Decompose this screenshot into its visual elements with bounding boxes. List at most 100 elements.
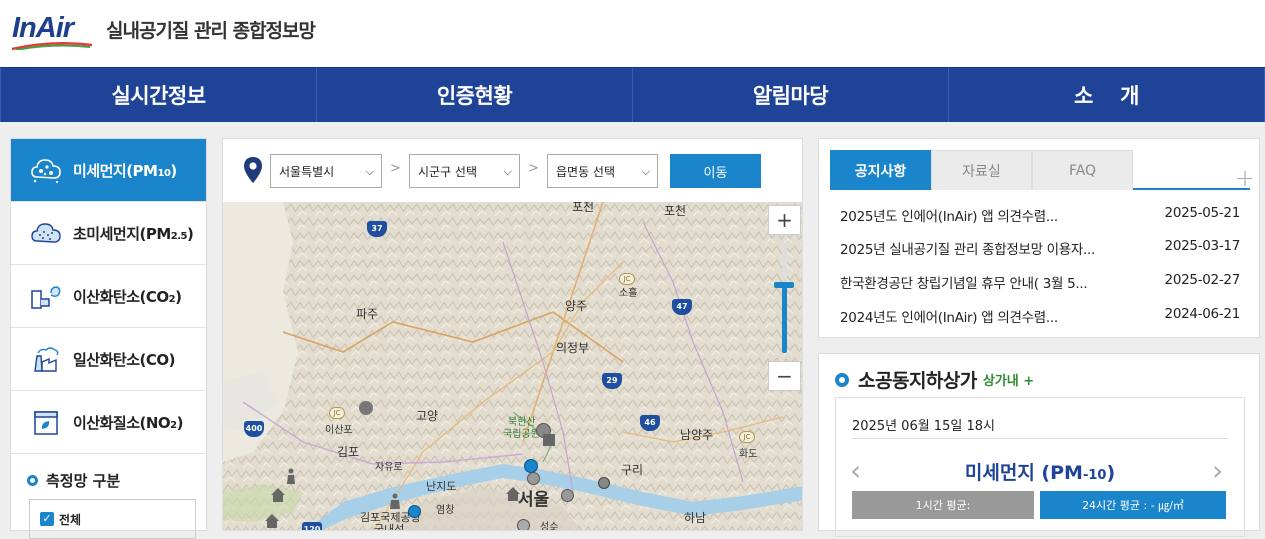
zoom-slider-handle[interactable] xyxy=(774,281,794,288)
notice-tabs: 공지사항 자료실 FAQ + xyxy=(830,150,1255,192)
network-type-title: 측정망 구분 xyxy=(11,454,206,491)
main-nav: 실시간정보 인증현황 알림마당 소 개 xyxy=(0,67,1265,122)
map-label: 구리 xyxy=(621,463,644,477)
house-icon[interactable] xyxy=(270,487,286,503)
highway-shield: 47 xyxy=(672,299,692,315)
station-name: 소공동지하상가 xyxy=(858,370,977,392)
station-marker[interactable] xyxy=(561,489,574,502)
notice-board: 공지사항 자료실 FAQ + 2025년도 인에어(InAir) 앱 의견수렴.… xyxy=(818,138,1260,338)
building-icon[interactable] xyxy=(541,431,557,447)
map-label: 고양 xyxy=(416,409,439,423)
nav-certification[interactable]: 인증현황 xyxy=(317,68,633,122)
zoom-level-fill xyxy=(782,284,787,353)
move-button[interactable]: 이동 xyxy=(670,154,761,188)
tab-notice[interactable]: 공지사항 xyxy=(830,150,931,190)
sido-select[interactable]: 서울특별시 ⌵ xyxy=(270,154,382,188)
sidebar-label: 일산화탄소(CO) xyxy=(73,350,175,369)
highway-shield: 120 xyxy=(302,522,322,530)
sidebar-item-no2[interactable]: 이산화질소(NO2) xyxy=(11,391,206,454)
avg-24h-badge: 24시간 평균 : - ㎍/㎥ xyxy=(1040,491,1226,519)
nav-realtime[interactable]: 실시간정보 xyxy=(0,68,317,122)
tab-resources[interactable]: 자료실 xyxy=(931,150,1032,190)
map-label: 염창 xyxy=(436,505,455,516)
avg-1h-badge: 1시간 평균: xyxy=(852,491,1034,519)
chevron-down-icon: ⌵ xyxy=(641,165,650,178)
station-title: 소공동지하상가 상가내 + xyxy=(835,366,1034,393)
notice-row[interactable]: 한국환경공단 창립기념일 휴무 안내( 3월 5... 2025-02-27 xyxy=(840,272,1240,294)
station-marker[interactable] xyxy=(359,401,373,415)
divider xyxy=(852,438,1228,439)
zoom-in-button[interactable]: + xyxy=(768,205,801,235)
measurement-datetime: 2025년 06월 15일 18시 xyxy=(852,419,995,434)
station-measurement-box: 2025년 06월 15일 18시 ‹ 미세먼지 (PM-10) › 1시간 평… xyxy=(835,397,1245,537)
notice-row[interactable]: 2024년도 인에어(InAir) 앱 의견수렴... 2024-06-21 xyxy=(840,306,1240,328)
network-all-checkbox[interactable]: ✓ 전체 xyxy=(29,499,196,539)
notice-title: 2024년도 인에어(InAir) 앱 의견수렴... xyxy=(840,310,1058,326)
junction-marker: JC xyxy=(329,407,345,419)
station-marker[interactable] xyxy=(598,477,610,489)
particle-cloud-icon xyxy=(31,159,61,184)
notice-row[interactable]: 2025년도 인에어(InAir) 앱 의견수렴... 2025-05-21 xyxy=(840,205,1240,227)
fine-dust-cloud-icon xyxy=(31,223,61,243)
station-marker-selected[interactable] xyxy=(524,459,538,473)
site-header: InAir 실내공기질 관리 종합정보망 xyxy=(0,0,1265,67)
bullet-icon xyxy=(27,475,38,486)
notice-row[interactable]: 2025년 실내공기질 관리 종합정보망 이용자... 2025-03-17 xyxy=(840,238,1240,260)
pollutant-title: 미세먼지 (PM-10) xyxy=(964,462,1116,484)
notice-title: 한국환경공단 창립기념일 휴무 안내( 3월 5... xyxy=(840,276,1088,292)
next-pollutant-arrow-icon[interactable]: › xyxy=(1212,454,1223,487)
sidebar-item-pm25[interactable]: 초미세먼지(PM2.5) xyxy=(11,202,206,265)
map-label: 파주 xyxy=(356,307,379,321)
notice-date: 2024-06-21 xyxy=(1164,306,1241,322)
separator: > xyxy=(528,161,539,176)
map-label-seoul: 서울 xyxy=(518,490,550,510)
station-panel: 소공동지하상가 상가내 + 2025년 06월 15일 18시 ‹ 미세먼지 (… xyxy=(818,353,1260,537)
highway-shield: 29 xyxy=(602,373,622,389)
map-label: 화도 xyxy=(739,449,758,460)
house-icon[interactable] xyxy=(505,486,521,502)
junction-marker: JC xyxy=(739,431,755,443)
site-title: 실내공기질 관리 종합정보망 xyxy=(106,20,316,42)
map-view[interactable]: 37 47 29 46 400 120 JC JC JC 포천 포천 파주 양주… xyxy=(223,202,802,531)
person-icon[interactable] xyxy=(388,493,402,509)
station-marker-selected[interactable] xyxy=(408,505,421,518)
pollutant-sidebar: 미세먼지(PM10) 초미세먼지(PM2.5) 이산화탄소(CO2) 일산화탄소… xyxy=(10,138,207,539)
station-marker[interactable] xyxy=(517,519,530,530)
house-icon[interactable] xyxy=(264,513,280,529)
notice-title: 2025년도 인에어(InAir) 앱 의견수렴... xyxy=(840,209,1058,225)
sidebar-label: 이산화탄소(CO2) xyxy=(73,287,182,306)
notice-date: 2025-03-17 xyxy=(1164,238,1241,254)
zoom-out-button[interactable]: − xyxy=(768,361,801,391)
nav-about[interactable]: 소 개 xyxy=(949,68,1265,122)
sidebar-label: 미세먼지(PM10) xyxy=(73,161,177,180)
bullet-icon xyxy=(835,372,849,387)
station-marker[interactable] xyxy=(527,472,540,485)
map-label: 국내선 xyxy=(374,523,405,531)
map-panel: 서울특별시 ⌵ > 시군구 선택 ⌵ > 읍면동 선택 ⌵ 이동 37 47 2… xyxy=(222,138,803,531)
more-plus-icon[interactable]: + xyxy=(1235,164,1255,192)
location-pin-icon xyxy=(244,157,262,183)
zoom-control: + − xyxy=(768,205,801,395)
map-label: 하남 xyxy=(684,511,707,525)
sidebar-item-co[interactable]: 일산화탄소(CO) xyxy=(11,328,206,391)
person-icon[interactable] xyxy=(285,468,297,484)
inair-logo[interactable]: InAir xyxy=(12,12,96,50)
sidebar-label: 이산화질소(NO2) xyxy=(73,413,184,432)
map-terrain xyxy=(223,202,802,530)
chevron-down-icon: ⌵ xyxy=(365,165,374,178)
nav-notice[interactable]: 알림마당 xyxy=(633,68,949,122)
station-category[interactable]: 상가내 + xyxy=(983,370,1034,389)
logo-swoosh-icon xyxy=(12,42,92,50)
map-label: 포천 xyxy=(572,202,595,214)
map-label: 난지도 xyxy=(426,480,457,493)
sigungu-select[interactable]: 시군구 선택 ⌵ xyxy=(409,154,520,188)
map-label: 이산포 xyxy=(325,425,353,436)
sidebar-item-co2[interactable]: 이산화탄소(CO2) xyxy=(11,265,206,328)
highway-shield: 46 xyxy=(640,415,660,431)
sidebar-item-pm10[interactable]: 미세먼지(PM10) xyxy=(11,139,206,202)
tab-faq[interactable]: FAQ xyxy=(1032,150,1133,190)
dong-select[interactable]: 읍면동 선택 ⌵ xyxy=(547,154,658,188)
map-label: 국립공원 xyxy=(503,429,540,440)
separator: > xyxy=(390,161,401,176)
region-filter: 서울특별시 ⌵ > 시군구 선택 ⌵ > 읍면동 선택 ⌵ 이동 xyxy=(223,139,802,202)
